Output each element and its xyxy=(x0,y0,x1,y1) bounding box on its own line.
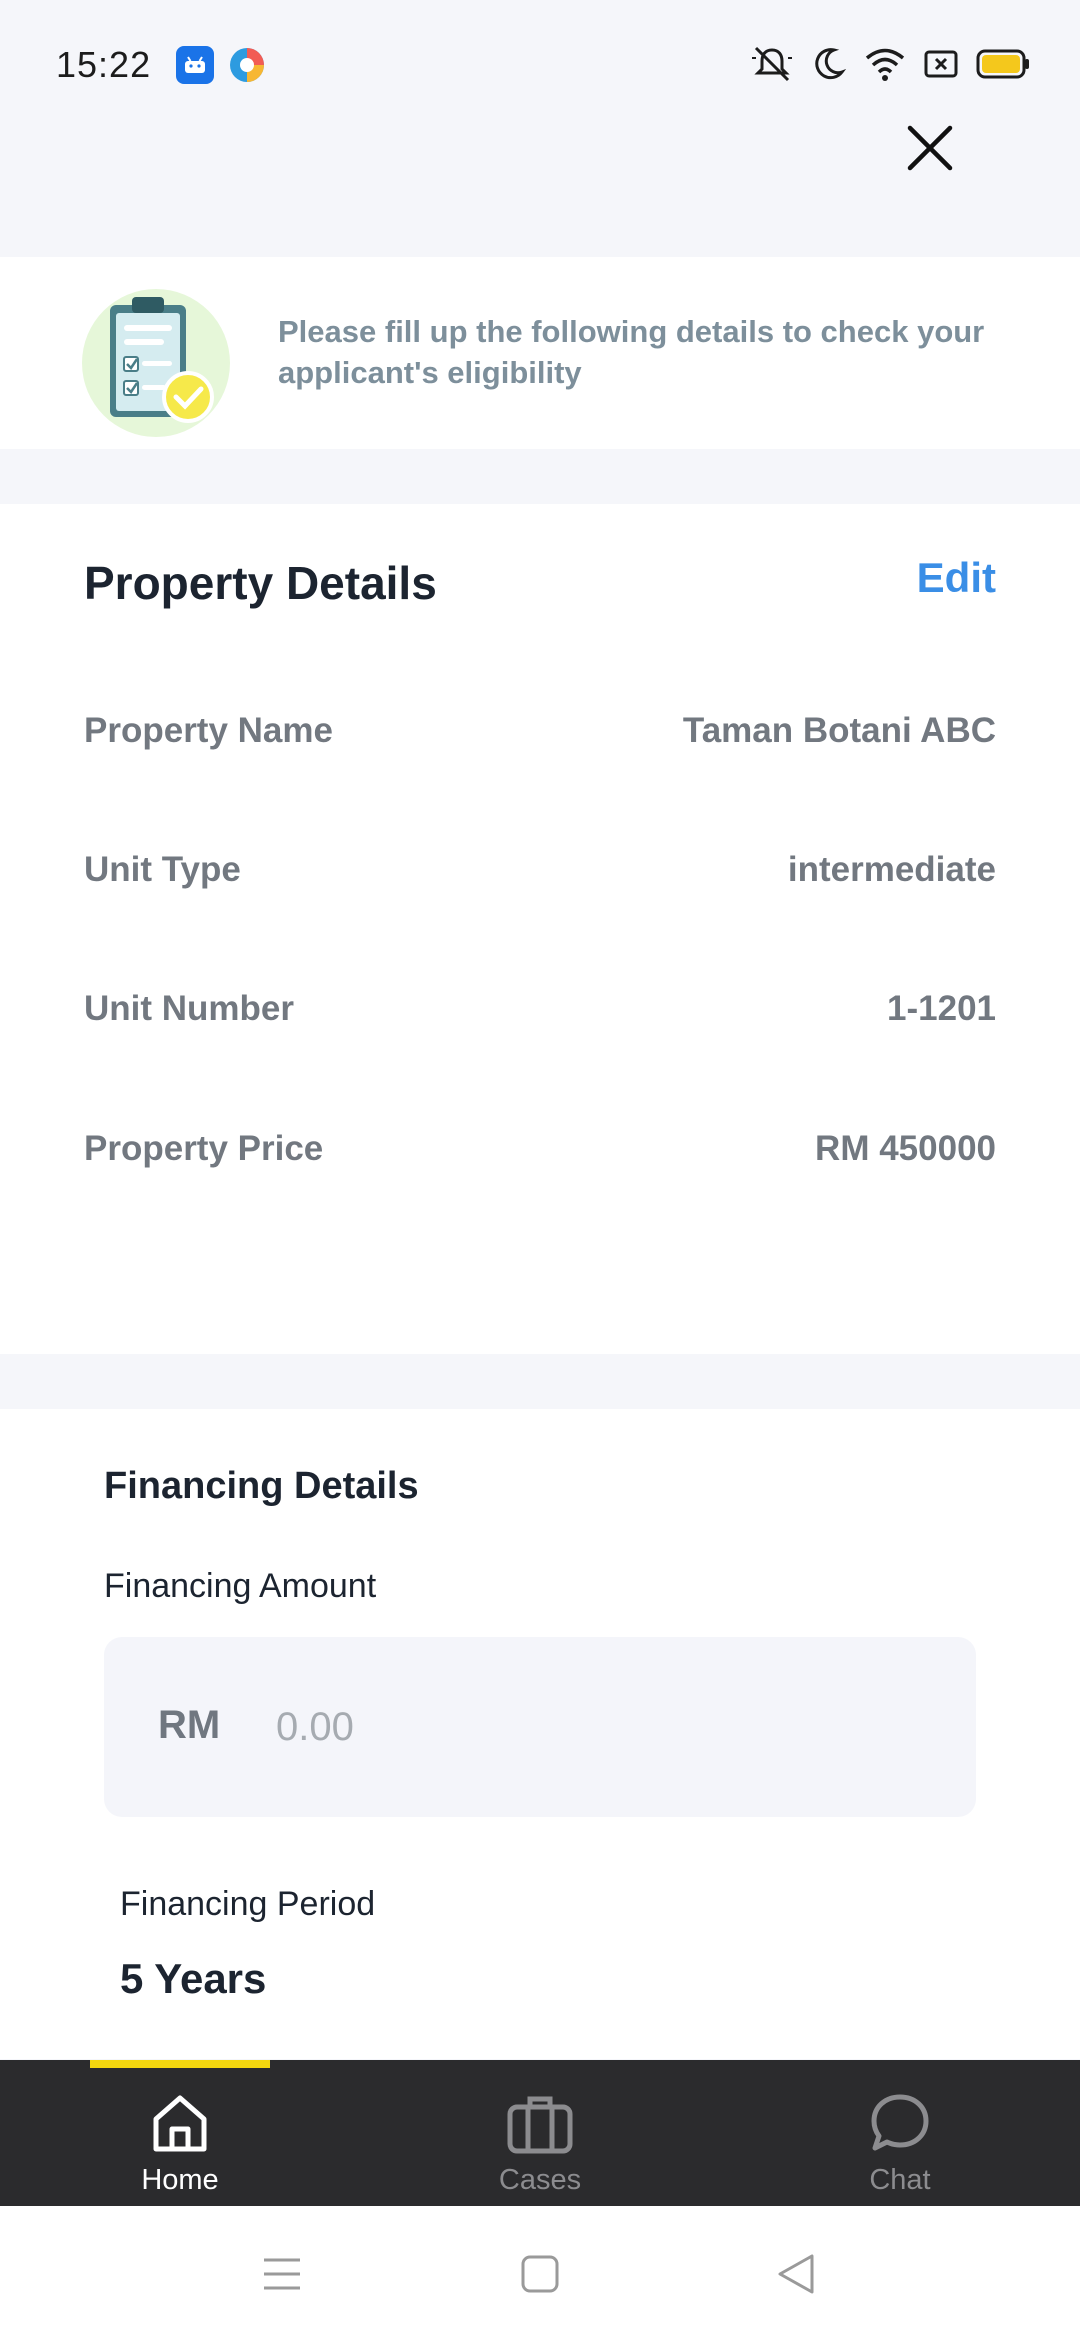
banner-message: Please fill up the following details to … xyxy=(278,314,985,390)
square-icon xyxy=(521,2255,559,2293)
financing-details-title: Financing Details xyxy=(104,1465,419,1507)
detail-row-property-name: Property Name Taman Botani ABC xyxy=(84,706,996,756)
financing-amount-label: Financing Amount xyxy=(104,1567,377,1605)
close-icon xyxy=(907,125,953,171)
detail-label: Property Name xyxy=(84,711,333,750)
clipboard-checklist-icon xyxy=(80,287,232,439)
close-button[interactable] xyxy=(900,118,960,178)
detail-label: Property Price xyxy=(84,1129,324,1168)
battery-icon xyxy=(976,49,1030,84)
moon-icon xyxy=(812,46,847,87)
financing-period-value[interactable]: 5 Years xyxy=(120,1955,266,2003)
system-nav-bar xyxy=(0,2206,1080,2340)
mute-icon xyxy=(750,44,794,89)
briefcase-icon xyxy=(505,2088,575,2158)
financing-amount-input[interactable] xyxy=(276,1689,916,1765)
tab-label: Cases xyxy=(498,2164,582,2196)
currency-prefix: RM xyxy=(158,1703,221,1747)
back-triangle-icon xyxy=(778,2254,814,2294)
home-icon xyxy=(145,2088,215,2158)
financing-details-card: Financing Details Financing Amount RM Fi… xyxy=(0,1409,1080,2059)
status-icons xyxy=(750,44,1030,88)
detail-label: Unit Type xyxy=(84,850,241,889)
property-details-card: Property Details Edit Property Name Tama… xyxy=(0,504,1080,1354)
browser-app-icon xyxy=(228,46,266,84)
detail-value: RM 450000 xyxy=(815,1129,996,1168)
detail-value: 1-1201 xyxy=(887,989,996,1028)
eligibility-banner: Please fill up the following details to … xyxy=(0,257,1080,449)
edit-property-button[interactable]: Edit xyxy=(917,554,996,602)
android-app-icon xyxy=(176,46,214,84)
menu-icon xyxy=(264,2258,300,2290)
tab-cases[interactable]: Cases xyxy=(440,2060,640,2206)
menu-nav-button[interactable] xyxy=(252,2244,312,2304)
tab-home[interactable]: Home xyxy=(80,2060,280,2206)
property-details-title: Property Details xyxy=(84,557,437,609)
tab-chat[interactable]: Chat xyxy=(800,2060,1000,2206)
back-nav-button[interactable] xyxy=(766,2244,826,2304)
detail-row-unit-number: Unit Number 1-1201 xyxy=(84,984,996,1034)
detail-value: Taman Botani ABC xyxy=(682,711,996,750)
wifi-icon xyxy=(864,46,906,87)
detail-value: intermediate xyxy=(787,850,996,889)
detail-row-property-price: Property Price RM 450000 xyxy=(84,1124,996,1174)
screen: 15:22 Please fill up the following detai… xyxy=(0,0,1080,2340)
chat-bubble-icon xyxy=(865,2088,935,2158)
tab-label: Home xyxy=(141,2164,219,2196)
detail-label: Unit Number xyxy=(84,989,294,1028)
sim-icon xyxy=(924,49,958,84)
bottom-tab-bar: Home Cases Chat xyxy=(0,2060,1080,2206)
financing-period-label: Financing Period xyxy=(120,1885,376,1923)
home-nav-button[interactable] xyxy=(510,2244,570,2304)
status-bar: 15:22 xyxy=(0,0,1080,130)
tab-label: Chat xyxy=(869,2164,931,2196)
detail-row-unit-type: Unit Type intermediate xyxy=(84,845,996,895)
status-time: 15:22 xyxy=(56,44,152,85)
financing-amount-field[interactable]: RM xyxy=(104,1637,976,1817)
